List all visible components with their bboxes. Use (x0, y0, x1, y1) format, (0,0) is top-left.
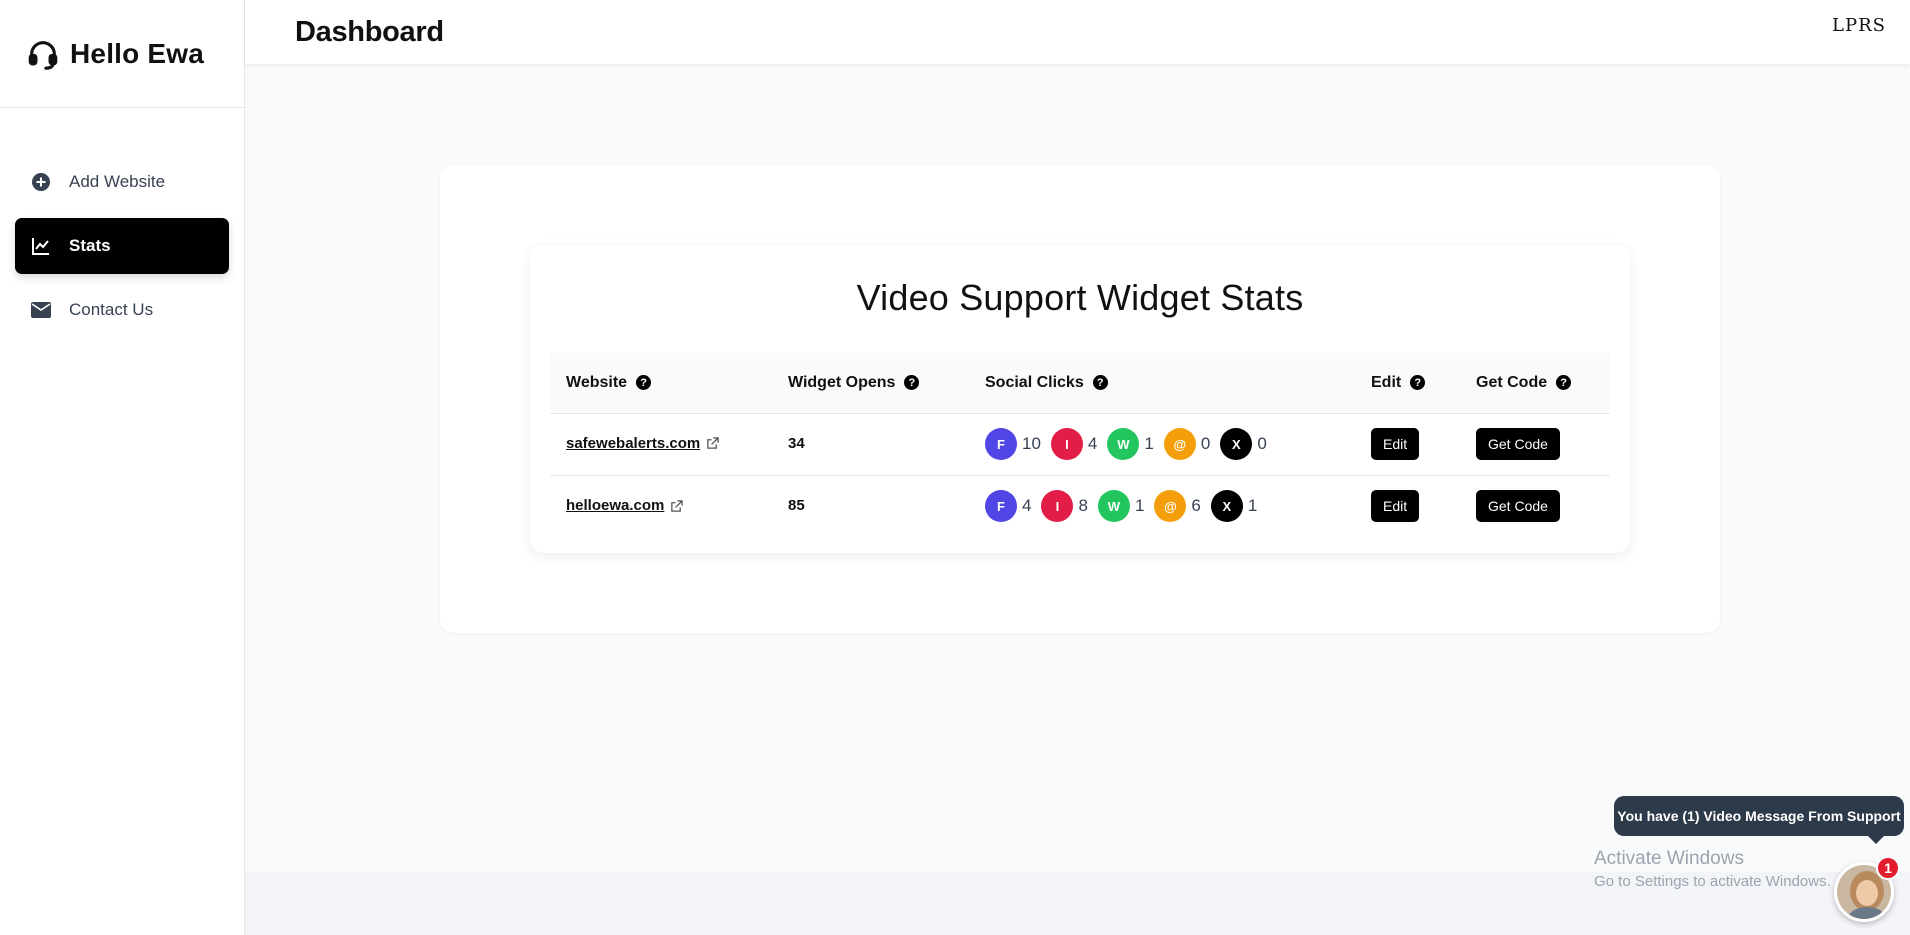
social-count: 1 (1247, 496, 1258, 516)
header-right-text: LPRS (1832, 15, 1886, 36)
column-header-edit: Edit? (1355, 353, 1460, 413)
social-whatsapp: W1 (1097, 490, 1145, 523)
brand[interactable]: Hello Ewa (0, 0, 244, 108)
get-code-cell: Get Code (1460, 412, 1610, 475)
facebook-badge: F (985, 490, 1017, 523)
line-chart-icon (31, 236, 51, 256)
notification-badge: 1 (1876, 856, 1900, 880)
external-link-icon[interactable] (670, 499, 684, 513)
envelope-icon (31, 300, 51, 320)
whatsapp-badge: W (1097, 490, 1130, 523)
main-card: Video Support Widget Stats Website? Widg… (440, 165, 1720, 633)
social-count: 4 (1087, 434, 1098, 453)
table-row: safewebalerts.com 34 F 10 I4 W1 @0 X0 Edi… (550, 412, 1610, 475)
help-icon[interactable]: ? (904, 375, 920, 391)
opens-cell: 34 (772, 412, 969, 475)
website-link[interactable]: helloewa.com (566, 497, 664, 514)
social-count: 6 (1191, 496, 1201, 516)
table-row: helloewa.com 85 F4 I8 W1 @6 X1 Edit Get … (550, 474, 1610, 537)
whatsapp-badge: W (1107, 428, 1140, 460)
social-facebook: F 10 (985, 428, 1041, 460)
email-badge: @ (1154, 490, 1187, 523)
social-instagram: I4 (1050, 428, 1098, 460)
social-x: X1 (1210, 490, 1258, 523)
social-whatsapp: W1 (1107, 428, 1154, 460)
social-count: 10 (1022, 434, 1041, 453)
help-icon[interactable]: ? (636, 375, 652, 391)
website-cell: helloewa.com (550, 474, 772, 537)
headset-icon (28, 40, 58, 70)
social-count: 1 (1134, 496, 1145, 516)
social-count: 0 (1200, 434, 1211, 453)
social-count: 8 (1078, 496, 1088, 516)
watermark-subtitle: Go to Settings to activate Windows. (1594, 873, 1831, 890)
social-count: 1 (1144, 434, 1154, 453)
sidebar-item-add-website[interactable]: Add Website (15, 154, 229, 210)
watermark-title: Activate Windows (1594, 848, 1744, 869)
instagram-badge: I (1050, 428, 1083, 460)
stats-title: Video Support Widget Stats (856, 277, 1304, 318)
website-cell: safewebalerts.com (550, 412, 772, 475)
sidebar-item-label: Stats (69, 236, 111, 255)
email-badge: @ (1163, 428, 1196, 460)
get-code-button[interactable]: Get Code (1476, 428, 1560, 460)
social-instagram: I8 (1041, 490, 1088, 523)
sidebar-item-label: Add Website (69, 172, 166, 191)
get-code-button[interactable]: Get Code (1476, 490, 1560, 523)
stats-card: Video Support Widget Stats Website? Widg… (530, 245, 1630, 553)
x-badge: X (1220, 428, 1253, 460)
opens-cell: 85 (772, 474, 969, 537)
x-badge: X (1210, 490, 1243, 523)
edit-button[interactable]: Edit (1371, 428, 1420, 460)
edit-cell: Edit (1355, 474, 1460, 537)
get-code-cell: Get Code (1460, 474, 1610, 537)
sidebar-item-label: Contact Us (69, 300, 154, 319)
brand-name: Hello Ewa (70, 37, 205, 69)
support-message-toast[interactable]: You have (1) Video Message From Support (1614, 796, 1904, 844)
facebook-badge: F (985, 428, 1017, 460)
plus-circle-icon (31, 172, 51, 192)
page-title: Dashboard (295, 15, 444, 48)
social-clicks-cell: F 10 I4 W1 @0 X0 (969, 412, 1355, 475)
top-bar: Dashboard LPRS (245, 0, 1910, 64)
social-x: X0 (1220, 428, 1267, 460)
instagram-badge: I (1041, 490, 1074, 523)
table-header-row: Website? Widget Opens? Social Clicks? Ed… (550, 353, 1610, 413)
social-clicks-cell: F4 I8 W1 @6 X1 (969, 474, 1355, 537)
edit-button[interactable]: Edit (1371, 490, 1420, 523)
sidebar-item-contact-us[interactable]: Contact Us (15, 282, 229, 338)
column-header-widget-opens: Widget Opens? (772, 353, 969, 413)
windows-activation-watermark: Activate Windows Go to Settings to activ… (1594, 848, 1831, 890)
external-link-icon[interactable] (706, 437, 719, 450)
sidebar-nav: Add Website Stats Contact Us (0, 108, 244, 338)
social-clicks: F 10 I4 W1 @0 X0 (985, 428, 1355, 460)
stats-table: Website? Widget Opens? Social Clicks? Ed… (550, 353, 1610, 537)
social-clicks: F4 I8 W1 @6 X1 (985, 490, 1355, 523)
social-count: 0 (1257, 434, 1267, 453)
sidebar: Hello Ewa Add Website Stats Contact Us (0, 0, 245, 935)
column-header-social-clicks: Social Clicks? (969, 353, 1355, 413)
social-count: 4 (1022, 496, 1032, 516)
help-icon[interactable]: ? (1092, 375, 1108, 391)
social-email: @6 (1154, 490, 1201, 523)
social-facebook: F4 (985, 490, 1032, 523)
help-icon[interactable]: ? (1556, 375, 1572, 391)
social-email: @0 (1163, 428, 1211, 460)
column-header-get-code: Get Code? (1460, 353, 1610, 413)
edit-cell: Edit (1355, 412, 1460, 475)
website-link[interactable]: safewebalerts.com (566, 435, 700, 452)
sidebar-item-stats[interactable]: Stats (15, 218, 229, 274)
help-icon[interactable]: ? (1410, 375, 1426, 391)
column-header-website: Website? (550, 353, 772, 413)
